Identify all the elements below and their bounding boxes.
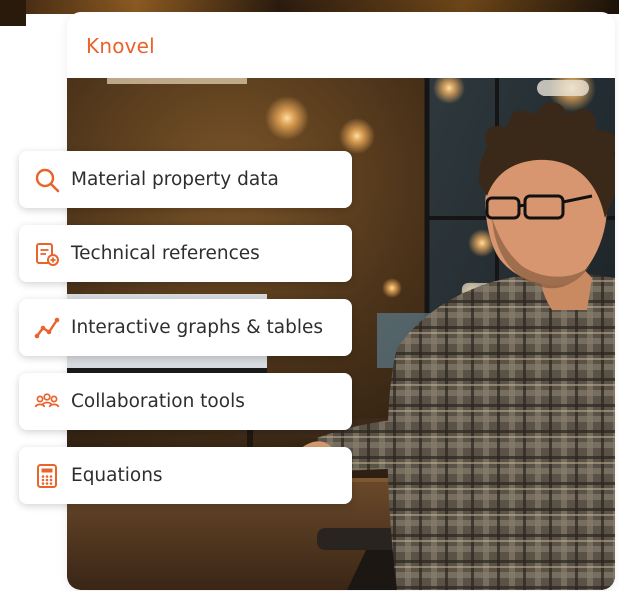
search-icon [34,167,60,193]
feature-label: Technical references [71,243,260,264]
people-group-icon [34,389,60,415]
brand-logo: Knovel [86,34,155,58]
feature-collaboration-tools[interactable]: Collaboration tools [19,373,352,430]
feature-interactive-graphs-tables[interactable]: Interactive graphs & tables [19,299,352,356]
feature-label: Interactive graphs & tables [71,317,324,338]
background-corner [0,0,26,26]
feature-label: Material property data [71,169,279,190]
feature-material-property-data[interactable]: Material property data [19,151,352,208]
feature-label: Collaboration tools [71,391,245,412]
line-chart-icon [34,315,60,341]
calculator-icon [34,463,60,489]
document-add-icon [34,241,60,267]
feature-technical-references[interactable]: Technical references [19,225,352,282]
feature-label: Equations [71,465,163,486]
feature-equations[interactable]: Equations [19,447,352,504]
